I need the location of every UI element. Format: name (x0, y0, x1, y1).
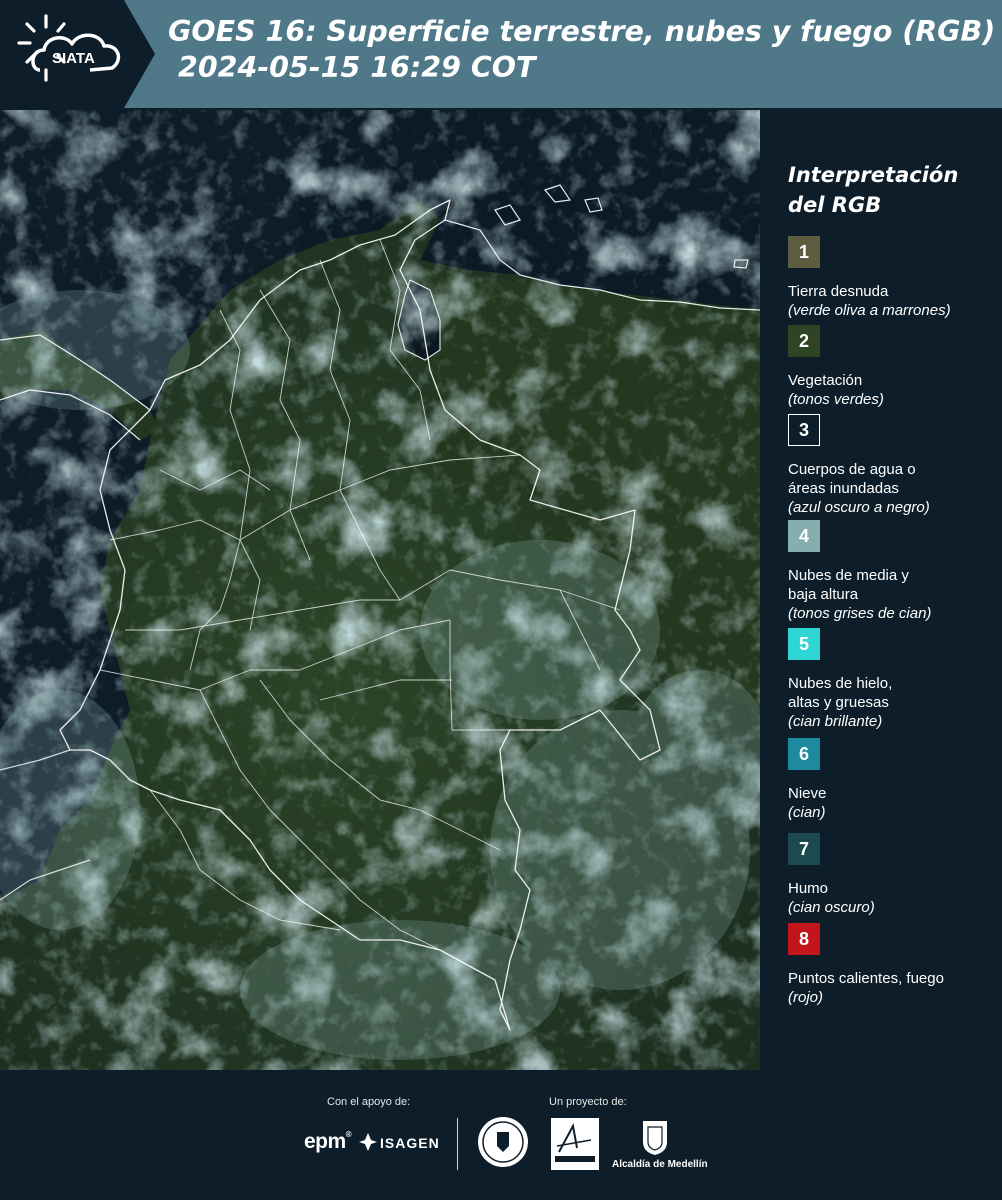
legend-label: Humo (788, 880, 829, 897)
legend-description: (cian brillante) (788, 713, 883, 730)
support-label: Con el apoyo de: (327, 1096, 411, 1108)
isagen-logo: ISAGEN (380, 1135, 440, 1151)
legend-description: (verde oliva a marrones) (788, 302, 951, 319)
legend-swatch: 8 (788, 923, 820, 955)
legend-label: Tierra desnuda (788, 283, 889, 300)
legend-item-3: 3 Cuerpos de agua o áreas inundadas (azul … (788, 414, 998, 517)
title-line-1: GOES 16: Superficie terrestre, nubes y f… (168, 15, 996, 48)
legend-title: Interpretación del RGB (788, 163, 959, 217)
legend-description: (tonos grises de cian) (788, 605, 932, 622)
legend-swatch: 4 (788, 520, 820, 552)
legend-swatch: 3 (788, 414, 820, 446)
header: SIATA GOES 16: Superficie terrestre, nub… (0, 0, 1002, 108)
epm-logo: epm® (304, 1130, 352, 1153)
legend-item-6: 6 Nieve (cian) (788, 738, 998, 822)
isagen-icon (359, 1133, 377, 1151)
footer: Con el apoyo de: epm® ISAGEN Un proyecto… (0, 1070, 1002, 1200)
footer-divider (457, 1118, 458, 1170)
area-metropolitana-logo (551, 1118, 599, 1170)
legend-item-5: 5 Nubes de hielo, altas y gruesas (cian br… (788, 628, 998, 731)
legend-label: Nubes de media y baja altura (788, 567, 909, 603)
satellite-map[interactable] (0, 110, 760, 1070)
svg-text:SIATA: SIATA (52, 50, 95, 67)
legend-swatch: 6 (788, 738, 820, 770)
legend-item-7: 7 Humo (cian oscuro) (788, 833, 998, 917)
legend-swatch: 5 (788, 628, 820, 660)
legend-item-4: 4 Nubes de media y baja altura (tonos gris… (788, 520, 998, 623)
legend-swatch: 1 (788, 236, 820, 268)
legend-swatch: 2 (788, 325, 820, 357)
legend-label: Puntos calientes, fuego (788, 970, 944, 987)
university-seal-icon (478, 1117, 528, 1167)
legend-item-8: 8 Puntos calientes, fuego (rojo) (788, 923, 998, 1007)
legend-label: Nubes de hielo, altas y gruesas (788, 675, 893, 711)
legend-description: (azul oscuro a negro) (788, 499, 930, 516)
medellin-label: Alcaldía de Medellín (612, 1159, 708, 1170)
legend: Interpretación del RGB 1 Tierra desnuda (v… (788, 160, 998, 1006)
page-title: GOES 16: Superficie terrestre, nubes y f… (168, 14, 998, 86)
legend-label: Cuerpos de agua o áreas inundadas (788, 461, 916, 497)
legend-item-1: 1 Tierra desnuda (verde oliva a marrones) (788, 236, 998, 320)
legend-description: (tonos verdes) (788, 391, 884, 408)
legend-description: (rojo) (788, 989, 824, 1006)
legend-swatch: 7 (788, 833, 820, 865)
legend-label: Nieve (788, 785, 827, 802)
medellin-shield-icon (643, 1121, 667, 1155)
legend-item-2: 2 Vegetación (tonos verdes) (788, 325, 998, 409)
siata-logo: SIATA (0, 0, 155, 108)
legend-description: (cian oscuro) (788, 899, 875, 916)
title-timestamp: 2024-05-15 16:29 COT (178, 51, 536, 84)
legend-label: Vegetación (788, 372, 863, 389)
legend-description: (cian) (788, 804, 826, 821)
project-label: Un proyecto de: (549, 1096, 627, 1108)
